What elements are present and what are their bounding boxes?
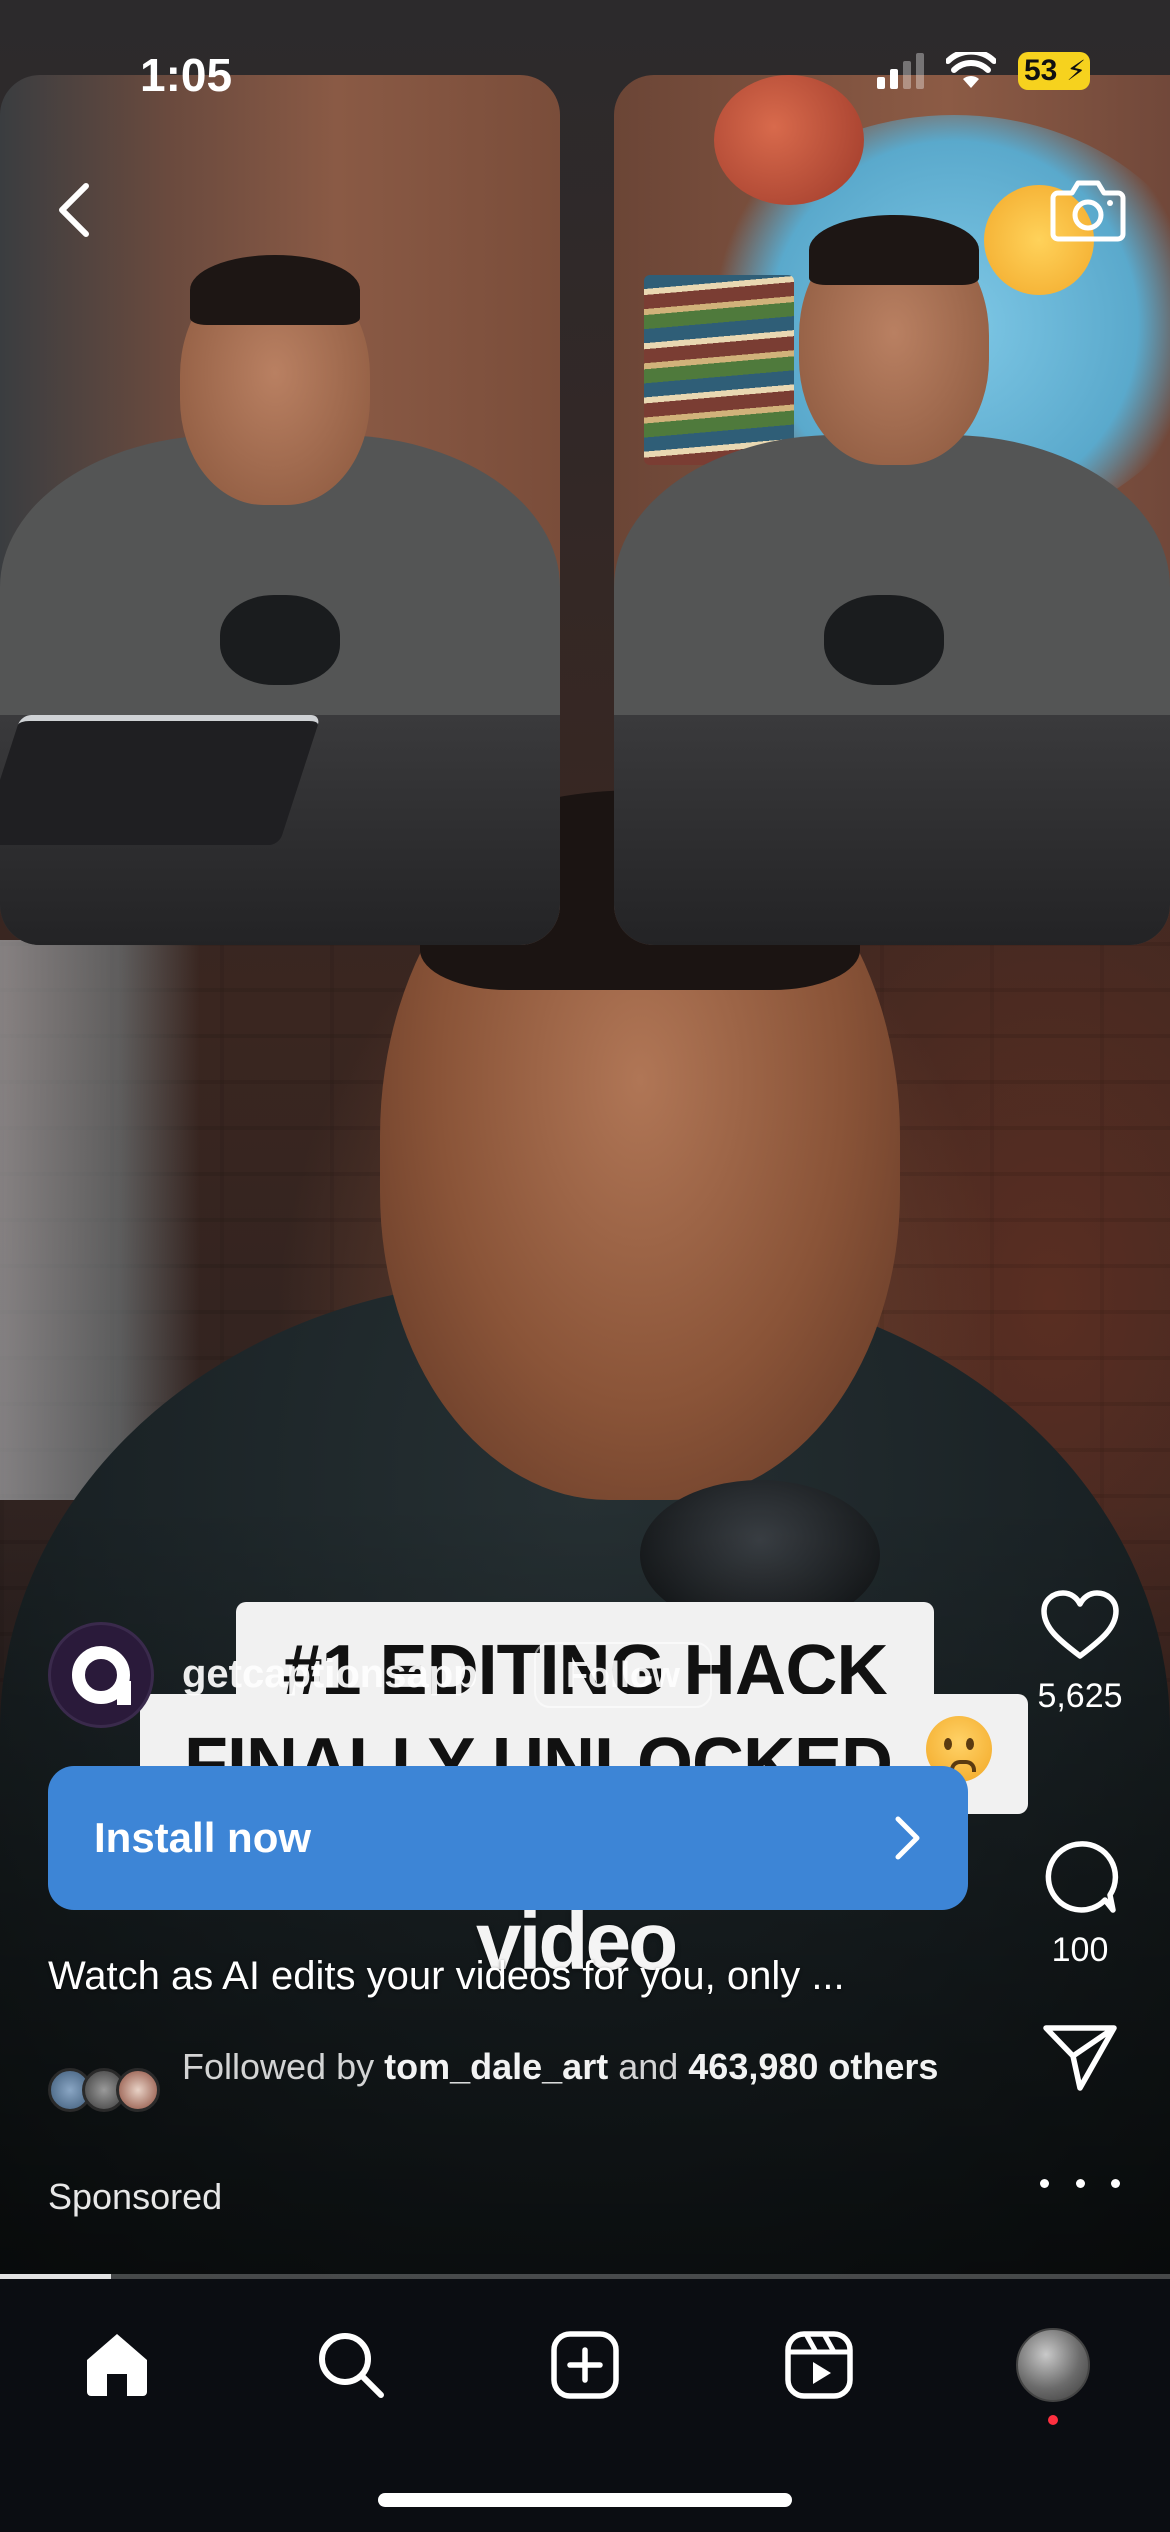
account-username[interactable]: getcaptionsapp	[182, 1652, 478, 1697]
followed-by-text[interactable]: Followed by tom_dale_art and 463,980 oth…	[182, 2046, 942, 2088]
account-avatar[interactable]	[48, 1622, 154, 1728]
back-arrow-icon	[59, 183, 89, 237]
comment-count: 100	[1051, 1931, 1109, 1969]
reels-screen: 1:05 53 ⚡ #1 EDITING HACK FINALLY UNLOCK…	[0, 0, 1170, 2532]
battery-level: 53	[1024, 54, 1058, 87]
cellular-signal-icon	[877, 53, 924, 89]
install-now-label: Install now	[94, 1814, 312, 1861]
search-icon	[319, 2333, 384, 2398]
follower-avatar	[116, 2068, 160, 2112]
tab-profile[interactable]	[1008, 2320, 1098, 2410]
profile-notification-dot	[1048, 2415, 1058, 2425]
reels-icon	[785, 2331, 853, 2399]
camera-button[interactable]	[1046, 172, 1130, 248]
comment-icon	[1045, 1841, 1119, 1913]
status-icons: 53 ⚡	[877, 52, 1090, 90]
chevron-right-icon	[895, 1816, 920, 1860]
tab-create[interactable]	[540, 2320, 630, 2410]
charging-bolt-icon: ⚡	[1066, 55, 1086, 86]
like-button[interactable]: 5,625	[1030, 1588, 1130, 1716]
captions-logo-icon	[72, 1646, 131, 1705]
comment-button[interactable]: 100	[1030, 1838, 1130, 1970]
home-indicator[interactable]	[378, 2493, 792, 2507]
sponsored-label: Sponsored	[48, 2176, 223, 2217]
camera-icon	[1050, 180, 1126, 242]
home-icon	[87, 2334, 147, 2396]
profile-avatar	[1016, 2328, 1090, 2402]
post-caption[interactable]: Watch as AI edits your videos for you, o…	[48, 1954, 845, 1999]
battery-icon: 53 ⚡	[1018, 52, 1090, 90]
share-button[interactable]	[1030, 2022, 1130, 2097]
follow-button[interactable]: Follow	[534, 1642, 712, 1708]
followed-by-avatars	[48, 2068, 164, 2112]
wifi-icon	[946, 52, 996, 88]
heart-icon	[1041, 1590, 1119, 1659]
like-count: 5,625	[1037, 1677, 1123, 1715]
send-icon	[1043, 2025, 1117, 2091]
tab-search[interactable]	[306, 2320, 396, 2410]
more-options-button[interactable]	[1040, 2168, 1120, 2198]
followed-by-count: 463,980	[688, 2046, 819, 2087]
back-button[interactable]	[44, 175, 104, 245]
create-icon	[551, 2331, 619, 2399]
followed-by-user: tom_dale_art	[384, 2046, 609, 2087]
tab-reels[interactable]	[774, 2320, 864, 2410]
more-icon	[1040, 2178, 1049, 2188]
install-now-button[interactable]: Install now	[48, 1766, 968, 1910]
tab-home[interactable]	[72, 2320, 162, 2410]
status-time: 1:05	[140, 49, 233, 101]
